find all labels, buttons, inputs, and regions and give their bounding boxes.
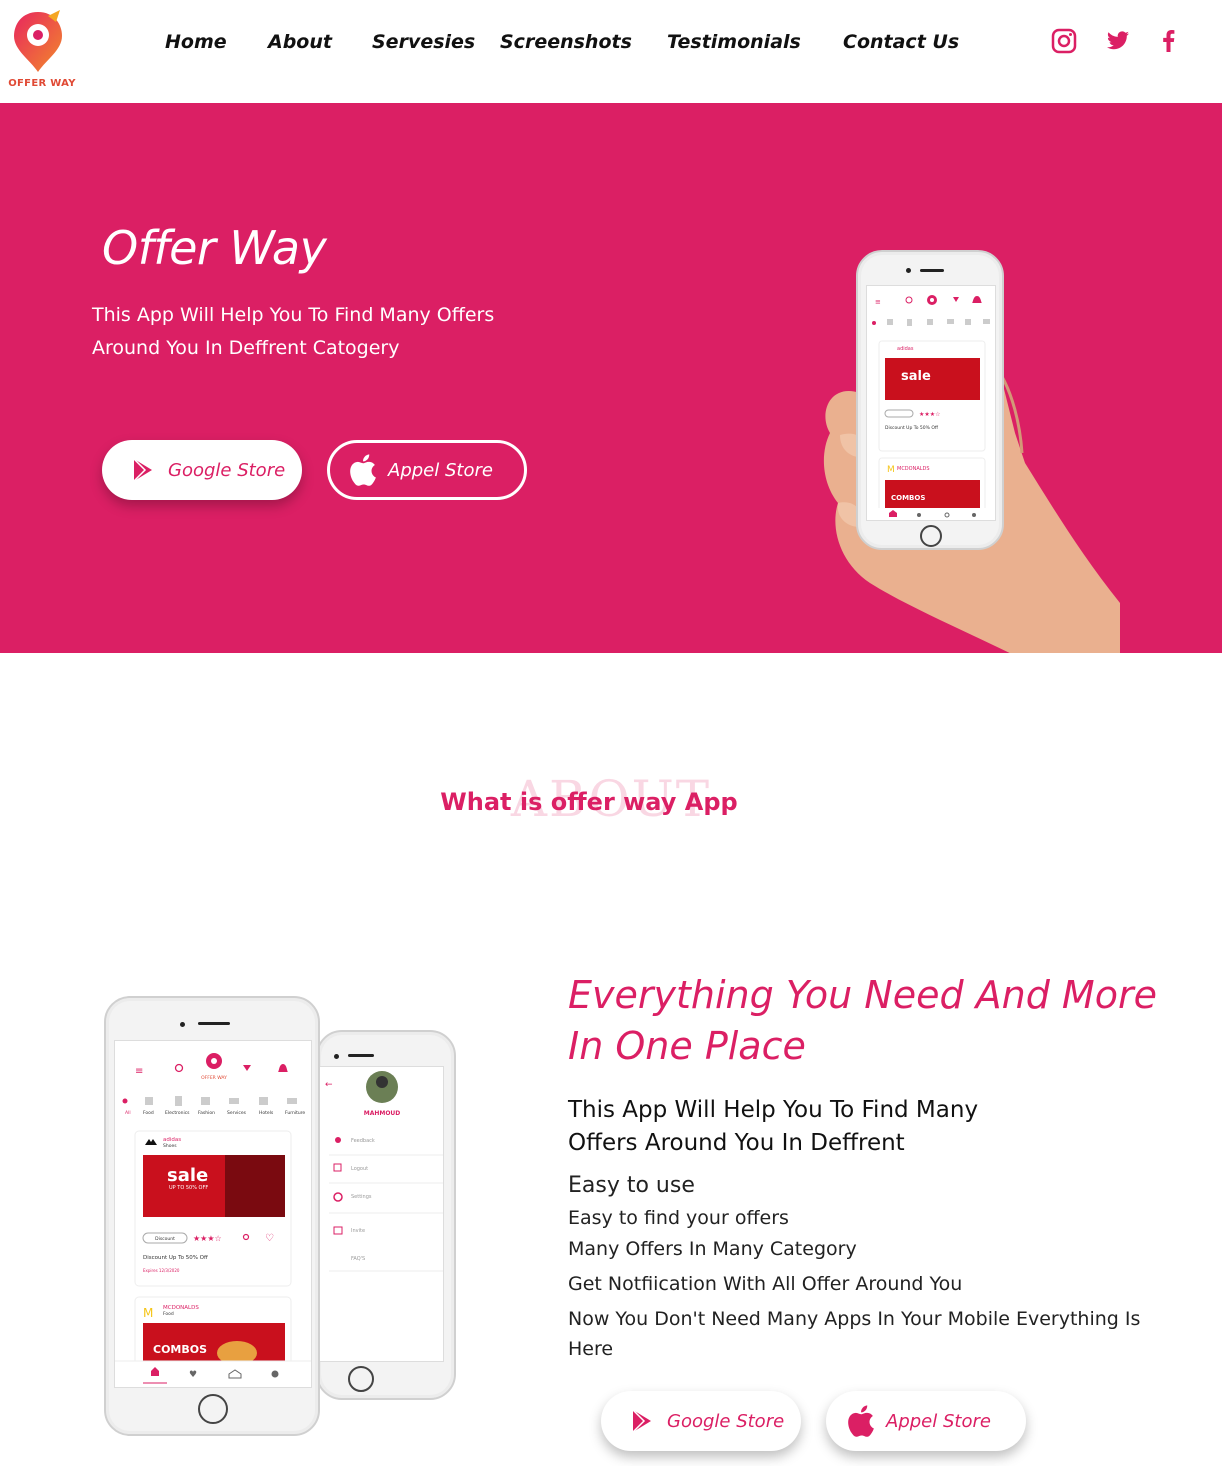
hero-title: Offer Way	[102, 221, 327, 275]
apple-store-label: Appel Store	[886, 1410, 991, 1432]
svg-text:Shoes: Shoes	[163, 1143, 177, 1149]
about-google-store-button[interactable]: Google Store	[601, 1391, 801, 1451]
apple-icon	[348, 454, 378, 486]
about-description: This App Will Help You To Find Many Offe…	[568, 1097, 979, 1156]
svg-text:Discount Up To 50% Off: Discount Up To 50% Off	[885, 425, 939, 431]
about-subtitle: What is offer way App	[440, 788, 738, 816]
svg-text:≡: ≡	[875, 298, 881, 306]
hero-phone-mockup: ≡ adidas sale ★★★☆ Discount Up To 50% Of…	[856, 250, 1004, 550]
svg-text:Feedback: Feedback	[351, 1138, 375, 1144]
feature-phone-mockup: ≡ OFFER WAY All Food Electronics Fashion…	[104, 996, 320, 1436]
feature-item: Now You Don't Need Many Apps In Your Mob…	[568, 1308, 1141, 1360]
svg-text:OFFER WAY: OFFER WAY	[201, 1075, 227, 1081]
google-store-label: Google Store	[168, 459, 286, 481]
google-play-icon	[627, 1406, 657, 1436]
svg-text:M: M	[143, 1306, 153, 1320]
nav-home[interactable]: Home	[165, 31, 227, 53]
apple-store-button[interactable]: Appel Store	[327, 440, 527, 500]
instagram-icon[interactable]	[1051, 28, 1077, 54]
hero-description: This App Will Help You To Find Many Offe…	[92, 304, 495, 359]
twitter-icon[interactable]	[1105, 28, 1131, 54]
svg-text:Furniture: Furniture	[285, 1110, 305, 1116]
svg-text:Fashion: Fashion	[198, 1110, 215, 1116]
svg-text:UP TO 50% OFF: UP TO 50% OFF	[169, 1185, 208, 1191]
svg-text:Settings: Settings	[351, 1194, 372, 1200]
hero-section: Offer Way This App Will Help You To Find…	[0, 103, 1222, 653]
svg-text:Food: Food	[163, 1311, 174, 1317]
brand-name: OFFER WAY	[8, 78, 76, 89]
facebook-icon[interactable]	[1156, 28, 1182, 54]
nav-contact-us[interactable]: Contact Us	[843, 31, 959, 53]
site-header: OFFER WAY Home About Servesies Screensho…	[0, 0, 1222, 103]
menu-phone-mockup: ← MAHMOUD Feedback Logout Settings Invit…	[316, 1030, 456, 1400]
nav-services[interactable]: Servesies	[372, 31, 475, 53]
about-heading: Everything You Need And More In One Plac…	[568, 973, 1157, 1068]
about-apple-store-button[interactable]: Appel Store	[826, 1391, 1026, 1451]
google-play-icon	[128, 455, 158, 485]
svg-text:M: M	[887, 465, 895, 475]
feature-phone-screen: ≡ OFFER WAY All Food Electronics Fashion…	[114, 1040, 312, 1388]
svg-text:sale: sale	[901, 369, 931, 384]
brand-logo[interactable]: OFFER WAY	[8, 8, 76, 94]
svg-text:MCDONALDS: MCDONALDS	[163, 1305, 199, 1311]
apple-icon	[846, 1405, 876, 1437]
phone-screen: ≡ adidas sale ★★★☆ Discount Up To 50% Of…	[866, 285, 996, 521]
svg-text:FAQ'S: FAQ'S	[351, 1256, 365, 1262]
svg-text:Electronics: Electronics	[165, 1110, 190, 1116]
svg-text:♡: ♡	[265, 1233, 274, 1244]
location-pin-logo-icon	[14, 10, 62, 72]
svg-text:MCDONALDS: MCDONALDS	[897, 466, 930, 472]
apple-store-label: Appel Store	[388, 459, 493, 481]
svg-text:Food: Food	[143, 1110, 154, 1116]
svg-text:Hotels: Hotels	[259, 1110, 274, 1116]
svg-text:Expires 12/3/2020: Expires 12/3/2020	[143, 1268, 180, 1273]
svg-text:sale: sale	[167, 1165, 208, 1186]
feature-item: Many Offers In Many Category	[568, 1238, 857, 1260]
svg-text:★★★☆: ★★★☆	[919, 411, 941, 418]
svg-text:≡: ≡	[135, 1066, 143, 1077]
nav-screenshots[interactable]: Screenshots	[500, 31, 632, 53]
svg-text:adidas: adidas	[163, 1137, 181, 1143]
svg-text:←: ←	[325, 1080, 333, 1090]
svg-text:Discount Up To 50% Off: Discount Up To 50% Off	[143, 1255, 208, 1261]
feature-item: Easy to use	[568, 1173, 695, 1198]
svg-text:MAHMOUD: MAHMOUD	[364, 1110, 401, 1117]
svg-text:♥: ♥	[189, 1370, 197, 1380]
nav-testimonials[interactable]: Testimonials	[667, 31, 801, 53]
nav-about[interactable]: About	[268, 31, 332, 53]
svg-text:Invite: Invite	[351, 1228, 365, 1234]
svg-text:Logout: Logout	[351, 1166, 368, 1172]
svg-text:★★★☆: ★★★☆	[193, 1234, 222, 1243]
svg-text:COMBOS: COMBOS	[153, 1343, 207, 1356]
google-store-button[interactable]: Google Store	[102, 440, 302, 500]
menu-phone-screen: ← MAHMOUD Feedback Logout Settings Invit…	[318, 1066, 444, 1362]
feature-item: Easy to find your offers	[568, 1207, 789, 1229]
svg-text:adidas: adidas	[897, 346, 914, 352]
feature-item: Get Notfiication With All Offer Around Y…	[568, 1273, 963, 1295]
google-store-label: Google Store	[667, 1410, 785, 1432]
svg-text:Discount: Discount	[155, 1236, 175, 1242]
svg-text:Services: Services	[227, 1110, 247, 1116]
svg-text:COMBOS: COMBOS	[891, 494, 925, 502]
svg-text:All: All	[125, 1110, 131, 1116]
